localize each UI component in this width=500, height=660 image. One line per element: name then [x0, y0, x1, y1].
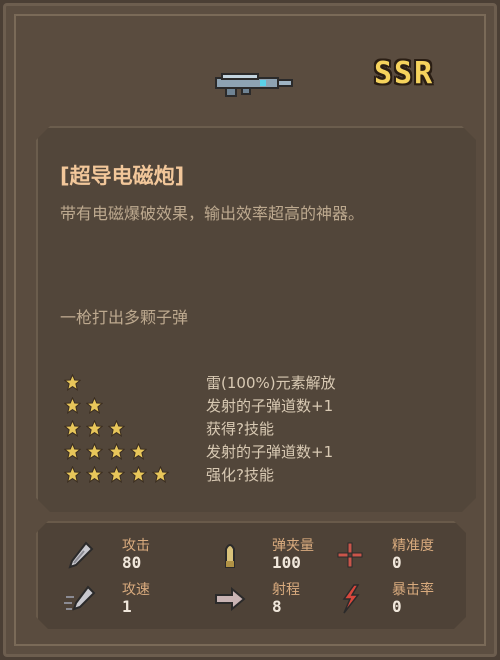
rarity-badge: SSR: [374, 56, 435, 91]
star-icon: [64, 466, 81, 483]
weapon-detail-card: SSR [超导电磁炮] 带有电磁爆破效果，输出效率超高的神器。 一枪打出多颗子弹…: [14, 14, 486, 646]
crosshair-icon: [337, 542, 363, 568]
star-rating-4: [64, 443, 147, 460]
stat-value: 1: [122, 597, 132, 616]
star-upgrade-text: 发射的子弹道数+1: [206, 443, 334, 461]
stat-label: 攻速: [122, 582, 150, 598]
star-icon: [64, 397, 81, 414]
stat-attack: 攻击 80: [64, 535, 214, 579]
star-icon: [64, 443, 81, 460]
stat-value: 0: [392, 597, 402, 616]
stat-label: 攻击: [122, 538, 150, 554]
star-icon: [86, 443, 103, 460]
stat-value: 80: [122, 553, 142, 572]
star-upgrade-row: 发射的子弹道数+1: [64, 395, 464, 418]
star-icon: [130, 466, 147, 483]
star-upgrade-text: 雷(100%)元素解放: [206, 374, 336, 392]
star-upgrade-text: 强化?技能: [206, 466, 274, 484]
weapon-name: [超导电磁炮]: [60, 164, 185, 188]
star-icon: [108, 443, 125, 460]
arrow-range-icon: [215, 586, 246, 612]
weapon-detail-frame: SSR [超导电磁炮] 带有电磁爆破效果，输出效率超高的神器。 一枪打出多颗子弹…: [3, 3, 497, 657]
star-icon: [64, 420, 81, 437]
stat-value: 100: [272, 553, 301, 572]
star-upgrade-list: 雷(100%)元素解放 发射的子弹道数+1 获得?技能 发射的子弹道数+1 强化…: [64, 372, 464, 487]
stat-crit-rate: 暴击率 0: [334, 579, 466, 623]
star-icon: [130, 443, 147, 460]
star-icon: [86, 397, 103, 414]
star-upgrade-row: 强化?技能: [64, 464, 464, 487]
star-rating-1: [64, 374, 81, 391]
railgun-icon: [215, 73, 293, 97]
critical-bolt-icon: [342, 584, 360, 614]
star-icon: [86, 466, 103, 483]
star-rating-5: [64, 466, 169, 483]
star-upgrade-text: 获得?技能: [206, 420, 274, 438]
stat-label: 弹夹量: [272, 538, 314, 554]
bullet-icon: [225, 544, 235, 568]
stat-attack-speed: 攻速 1: [64, 579, 214, 623]
weapon-trait: 一枪打出多颗子弹: [60, 308, 189, 327]
star-rating-2: [64, 397, 103, 414]
star-rating-3: [64, 420, 125, 437]
stat-accuracy: 精准度 0: [334, 535, 466, 579]
weapon-info-panel: [超导电磁炮] 带有电磁爆破效果，输出效率超高的神器。 一枪打出多颗子弹 雷(1…: [36, 126, 476, 512]
stat-label: 精准度: [392, 538, 434, 554]
star-icon: [108, 420, 125, 437]
star-icon: [86, 420, 103, 437]
stat-label: 射程: [272, 582, 300, 598]
stat-value: 0: [392, 553, 402, 572]
card-header: SSR: [16, 16, 484, 116]
star-icon: [108, 466, 125, 483]
attack-speed-icon: [64, 585, 96, 611]
star-upgrade-row: 发射的子弹道数+1: [64, 441, 464, 464]
weapon-stats-panel: 攻击 80 弹夹量 100 精准度 0 攻速 1 射程 8 暴击率 0: [36, 521, 466, 629]
stat-value: 8: [272, 597, 282, 616]
star-upgrade-text: 发射的子弹道数+1: [206, 397, 334, 415]
star-upgrade-row: 获得?技能: [64, 418, 464, 441]
stat-label: 暴击率: [392, 582, 434, 598]
star-upgrade-row: 雷(100%)元素解放: [64, 372, 464, 395]
weapon-description: 带有电磁爆破效果，输出效率超高的神器。: [60, 204, 365, 223]
sword-icon: [68, 541, 94, 569]
star-icon: [64, 374, 81, 391]
star-icon: [152, 466, 169, 483]
